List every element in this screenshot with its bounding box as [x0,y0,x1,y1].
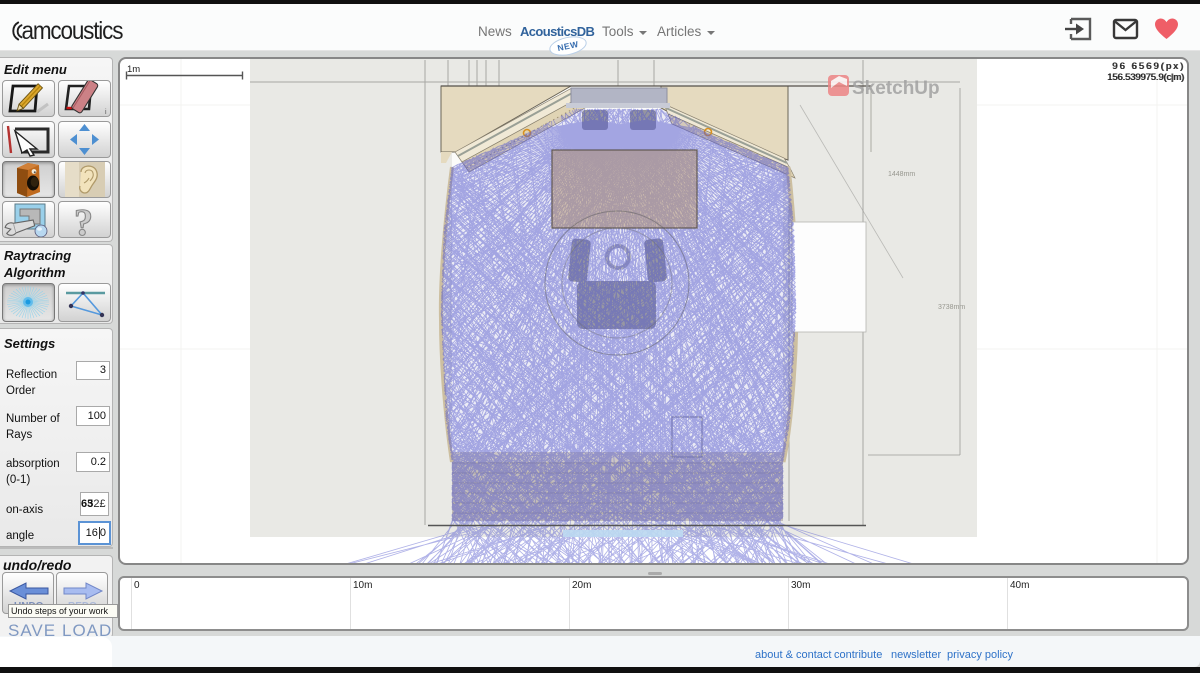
svg-text:i: i [105,109,107,116]
svg-text:?: ? [74,202,93,237]
svg-text:1m: 1m [127,64,140,75]
svg-text:SketchUp: SketchUp [852,78,940,99]
svg-text:amcoustics: amcoustics [22,17,124,44]
svg-text:3738mm: 3738mm [938,304,965,311]
svg-text:156.539975.9(c|m): 156.539975.9(c|m) [1108,72,1185,83]
svg-text:96 6569(px): 96 6569(px) [1113,61,1184,72]
svg-text:1448mm: 1448mm [888,171,915,178]
